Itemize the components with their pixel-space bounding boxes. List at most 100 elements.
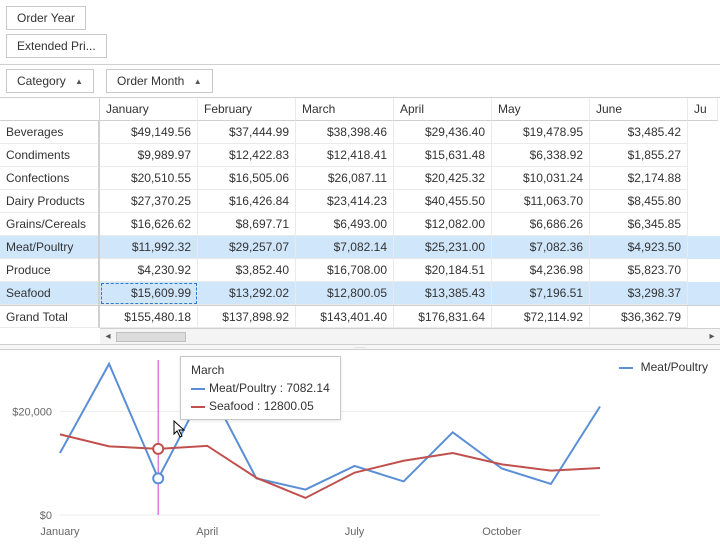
data-cell[interactable]: $29,436.40 (394, 121, 492, 144)
data-cell[interactable]: $20,510.55 (100, 167, 198, 190)
row-header[interactable]: Condiments (0, 144, 99, 167)
data-cell[interactable]: $12,082.00 (394, 213, 492, 236)
data-cell[interactable]: $3,485.42 (590, 121, 688, 144)
table-row: $11,992.32$29,257.07$7,082.14$25,231.00$… (100, 236, 720, 259)
data-cell[interactable]: $2,174.88 (590, 167, 688, 190)
row-header[interactable]: Seafood (0, 282, 99, 305)
data-cell[interactable]: $6,493.00 (296, 213, 394, 236)
row-header[interactable]: Confections (0, 167, 99, 190)
tooltip-row: Meat/Poultry : 7082.14 (191, 381, 330, 395)
column-header[interactable]: June (590, 98, 688, 121)
scroll-track[interactable] (116, 332, 704, 342)
field-chip-category[interactable]: Category ▲ (6, 69, 94, 93)
field-chip-order-month-label: Order Month (117, 74, 184, 88)
table-row: $15,609.99$13,292.02$12,800.05$13,385.43… (100, 282, 720, 305)
data-cell[interactable]: $10,031.24 (492, 167, 590, 190)
grand-total-cell: $137,898.92 (198, 306, 296, 328)
svg-text:January: January (40, 526, 80, 538)
data-cell[interactable]: $3,298.37 (590, 282, 688, 305)
data-cell[interactable]: $4,923.50 (590, 236, 688, 259)
data-cell[interactable]: $12,422.83 (198, 144, 296, 167)
column-header[interactable]: March (296, 98, 394, 121)
data-cell[interactable]: $6,345.85 (590, 213, 688, 236)
column-header[interactable]: January (100, 98, 198, 121)
column-header[interactable]: Ju (688, 98, 718, 121)
field-chip-order-month[interactable]: Order Month ▲ (106, 69, 213, 93)
svg-text:October: October (482, 526, 521, 538)
data-cell[interactable]: $15,631.48 (394, 144, 492, 167)
data-cell[interactable]: $11,063.70 (492, 190, 590, 213)
grand-total-cell: $72,114.92 (492, 306, 590, 328)
data-cell[interactable]: $13,292.02 (198, 282, 296, 305)
row-header[interactable]: Beverages (0, 121, 99, 144)
sort-asc-icon: ▲ (194, 77, 202, 86)
column-header[interactable]: May (492, 98, 590, 121)
data-cell[interactable]: $12,418.41 (296, 144, 394, 167)
data-cell[interactable]: $16,626.62 (100, 213, 198, 236)
data-cell[interactable]: $6,338.92 (492, 144, 590, 167)
grand-total-cell: $36,362.79 (590, 306, 688, 328)
data-cell[interactable]: $5,823.70 (590, 259, 688, 282)
data-cell[interactable]: $8,697.71 (198, 213, 296, 236)
data-cell[interactable]: $15,609.99 (100, 282, 198, 305)
data-cell[interactable]: $27,370.25 (100, 190, 198, 213)
horizontal-scrollbar[interactable]: ◂ ▸ (100, 328, 720, 344)
row-headers: BeveragesCondimentsConfectionsDairy Prod… (0, 121, 100, 328)
filter-field-area: Order Year Extended Pri... (0, 0, 720, 65)
data-cell[interactable]: $4,230.92 (100, 259, 198, 282)
data-cell[interactable]: $3,852.40 (198, 259, 296, 282)
data-cell[interactable]: $26,087.11 (296, 167, 394, 190)
pivot-chart-container: Order Year Extended Pri... Category ▲ Or… (0, 0, 720, 540)
data-cell[interactable]: $12,800.05 (296, 282, 394, 305)
data-cell[interactable]: $19,478.95 (492, 121, 590, 144)
column-header[interactable]: April (394, 98, 492, 121)
data-cell[interactable]: $6,686.26 (492, 213, 590, 236)
data-cell[interactable]: $13,385.43 (394, 282, 492, 305)
data-cell[interactable]: $1,855.27 (590, 144, 688, 167)
grand-total-cell: $143,401.40 (296, 306, 394, 328)
grand-total-cell: $155,480.18 (100, 306, 198, 328)
data-cell[interactable]: $7,082.14 (296, 236, 394, 259)
data-cell[interactable]: $7,082.36 (492, 236, 590, 259)
row-header[interactable]: Meat/Poultry (0, 236, 99, 259)
tooltip-swatch-icon (191, 406, 205, 408)
field-chip-order-year[interactable]: Order Year (6, 6, 86, 30)
table-row: $4,230.92$3,852.40$16,708.00$20,184.51$4… (100, 259, 720, 282)
data-cell[interactable]: $49,149.56 (100, 121, 198, 144)
data-cell[interactable]: $16,426.84 (198, 190, 296, 213)
data-cell[interactable]: $25,231.00 (394, 236, 492, 259)
data-cell[interactable]: $20,184.51 (394, 259, 492, 282)
row-header[interactable]: Dairy Products (0, 190, 99, 213)
data-cell[interactable]: $23,414.23 (296, 190, 394, 213)
svg-text:$0: $0 (40, 510, 52, 522)
svg-text:July: July (345, 526, 365, 538)
tooltip-title: March (191, 363, 330, 377)
data-cell[interactable]: $11,992.32 (100, 236, 198, 259)
scroll-right-arrow-icon[interactable]: ▸ (704, 331, 720, 342)
row-header[interactable]: Grains/Cereals (0, 213, 99, 236)
scroll-thumb[interactable] (116, 332, 186, 342)
grand-total-row-header: Grand Total (0, 305, 99, 328)
data-cell[interactable]: $9,989.97 (100, 144, 198, 167)
data-cell[interactable]: $37,444.99 (198, 121, 296, 144)
scroll-left-arrow-icon[interactable]: ◂ (100, 331, 116, 342)
table-row: $9,989.97$12,422.83$12,418.41$15,631.48$… (100, 144, 720, 167)
data-cell[interactable]: $40,455.50 (394, 190, 492, 213)
column-header[interactable]: February (198, 98, 296, 121)
data-cell[interactable]: $16,708.00 (296, 259, 394, 282)
data-cell[interactable]: $20,425.32 (394, 167, 492, 190)
row-header[interactable]: Produce (0, 259, 99, 282)
field-chip-extended-price[interactable]: Extended Pri... (6, 34, 107, 58)
legend-label: Meat/Poultry (641, 360, 708, 374)
table-row: $27,370.25$16,426.84$23,414.23$40,455.50… (100, 190, 720, 213)
svg-text:April: April (196, 526, 218, 538)
field-chip-category-label: Category (17, 74, 66, 88)
line-chart[interactable]: $0$20,000JanuaryAprilJulyOctober (0, 350, 720, 545)
data-cell[interactable]: $8,455.80 (590, 190, 688, 213)
data-cell[interactable]: $38,398.46 (296, 121, 394, 144)
data-cell[interactable]: $7,196.51 (492, 282, 590, 305)
data-cell[interactable]: $16,505.06 (198, 167, 296, 190)
chart-tooltip: MarchMeat/Poultry : 7082.14Seafood : 128… (180, 356, 341, 420)
data-cell[interactable]: $4,236.98 (492, 259, 590, 282)
data-cell[interactable]: $29,257.07 (198, 236, 296, 259)
